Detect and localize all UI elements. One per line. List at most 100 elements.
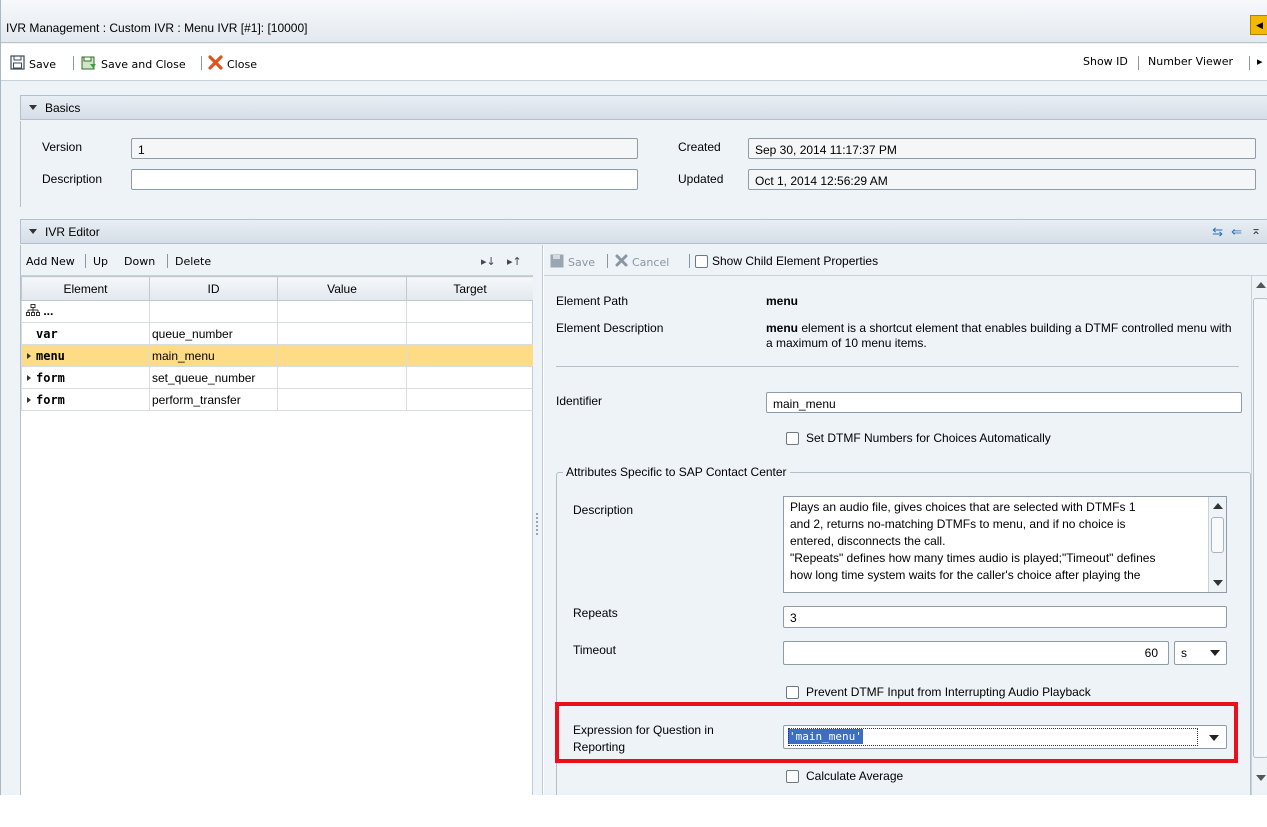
link-icon[interactable]: ⇆	[1212, 224, 1223, 240]
identifier-input[interactable]: main_menu	[766, 392, 1242, 413]
table-row[interactable]: form set_queue_number	[21, 366, 534, 389]
app-window: IVR Management : Custom IVR : Menu IVR […	[0, 0, 1267, 795]
element-label: form	[36, 392, 65, 407]
properties-scrollbar[interactable]	[1251, 276, 1267, 795]
down-button[interactable]: Down	[124, 255, 155, 268]
element-description-label: Element Description	[556, 321, 664, 335]
cancel-x-icon	[615, 254, 628, 270]
timeout-unit-value: s	[1181, 646, 1187, 660]
element-cell: form	[21, 366, 150, 389]
tree-toolbar: Add New Up Down Delete ▸↓ ▸↑	[21, 245, 533, 276]
element-description-text: menu element is a shortcut element that …	[766, 321, 1236, 351]
element-grid: Element ID Value Target ... var queue_nu…	[21, 276, 534, 411]
highlight-annotation	[555, 702, 1238, 763]
up-button[interactable]: Up	[93, 255, 108, 268]
more-actions-icon[interactable]: ▸	[1257, 55, 1263, 68]
close-button[interactable]: Close	[208, 55, 257, 73]
element-path-value: menu	[766, 294, 799, 308]
properties-cancel-button[interactable]: Cancel	[615, 254, 669, 270]
element-label: menu	[36, 348, 65, 363]
show-id-link[interactable]: Show ID	[1083, 55, 1128, 68]
timeout-input[interactable]: 60	[783, 641, 1169, 665]
expand-arrow-icon[interactable]	[27, 353, 31, 359]
delete-button[interactable]: Delete	[175, 255, 211, 268]
repeats-label: Repeats	[573, 606, 618, 620]
description-attr-label: Description	[573, 503, 634, 517]
undock-icon[interactable]: ⇐	[1231, 224, 1242, 240]
column-header-element[interactable]: Element	[21, 276, 150, 301]
updated-field: Oct 1, 2014 12:56:29 AM	[748, 169, 1256, 190]
save-and-close-button[interactable]: Save and Close	[81, 55, 186, 74]
column-header-target[interactable]: Target	[406, 276, 534, 301]
save-button[interactable]: Save	[10, 55, 56, 73]
description-textarea[interactable]: Plays an audio file, gives choices that …	[783, 496, 1227, 593]
target-cell	[406, 322, 534, 345]
number-viewer-link[interactable]: Number Viewer	[1148, 55, 1233, 68]
collapse-triangle-icon	[29, 229, 37, 234]
table-row[interactable]: var queue_number	[21, 322, 534, 345]
chevron-down-icon	[1210, 650, 1220, 656]
description-line: entered, disconnects the call.	[790, 534, 946, 548]
pane-splitter[interactable]	[533, 245, 543, 795]
version-field[interactable]: 1	[131, 138, 638, 159]
expand-arrow-icon[interactable]	[27, 397, 31, 403]
scroll-down-icon[interactable]	[1213, 580, 1223, 586]
save-close-icon	[81, 55, 97, 74]
version-label: Version	[42, 140, 83, 154]
basics-panel-header[interactable]: Basics	[20, 95, 1267, 120]
scroll-up-icon[interactable]	[1256, 282, 1266, 288]
close-label: Close	[227, 57, 257, 71]
table-row[interactable]: form perform_transfer	[21, 388, 534, 411]
expand-all-icon[interactable]: ▸↓	[481, 255, 496, 268]
table-row-selected[interactable]: menu main_menu	[21, 344, 534, 367]
target-cell	[406, 388, 534, 411]
collapse-all-icon[interactable]: ▸↑	[507, 255, 522, 268]
collapse-panel-button[interactable]: ◀	[1250, 15, 1267, 35]
toolbar-separator	[201, 56, 202, 70]
toolbar-separator	[85, 254, 86, 268]
root-label: ...	[43, 303, 54, 318]
title-bar: IVR Management : Custom IVR : Menu IVR […	[1, 0, 1267, 43]
scroll-up-icon[interactable]	[1213, 503, 1223, 509]
value-cell	[277, 366, 407, 389]
set-dtmf-label: Set DTMF Numbers for Choices Automatical…	[806, 431, 1051, 445]
table-row[interactable]: ...	[21, 300, 534, 323]
close-x-icon	[208, 55, 223, 73]
calculate-average-option[interactable]: Calculate Average	[786, 769, 903, 783]
show-child-properties-checkbox[interactable]	[695, 254, 708, 268]
prevent-dtmf-label: Prevent DTMF Input from Interrupting Aud…	[806, 685, 1091, 699]
timeout-unit-select[interactable]: s	[1174, 641, 1227, 665]
created-field: Sep 30, 2014 11:17:37 PM	[748, 138, 1256, 159]
element-path-label: Element Path	[556, 294, 629, 308]
expand-arrow-icon[interactable]	[27, 375, 31, 381]
id-cell	[149, 300, 278, 323]
ivr-editor-panel-header[interactable]: IVR Editor ⇆ ⇐ ⌅	[20, 219, 1267, 244]
root-cell: ...	[21, 300, 150, 323]
splitter-grip-icon	[536, 513, 538, 535]
description-scrollbar[interactable]	[1208, 497, 1226, 592]
properties-save-button[interactable]: Save	[550, 254, 595, 271]
properties-save-label: Save	[568, 256, 596, 269]
add-new-button[interactable]: Add New	[26, 255, 75, 268]
description-line: and 2, returns no-matching DTMFs to menu…	[790, 517, 1126, 531]
collapse-triangle-icon	[29, 105, 37, 110]
element-label: form	[36, 370, 65, 385]
column-header-value[interactable]: Value	[277, 276, 407, 301]
repeats-input[interactable]: 3	[783, 606, 1227, 628]
properties-toolbar: Save Cancel Show Child Element Propertie…	[544, 245, 1267, 276]
element-cell: form	[21, 388, 150, 411]
scroll-thumb[interactable]	[1253, 298, 1267, 758]
element-tree-pane: Add New Up Down Delete ▸↓ ▸↑ Element ID …	[21, 245, 534, 795]
description-field[interactable]	[131, 169, 638, 190]
calculate-average-checkbox[interactable]	[786, 769, 799, 783]
maximize-icon[interactable]: ⌅	[1251, 223, 1261, 237]
prevent-dtmf-option[interactable]: Prevent DTMF Input from Interrupting Aud…	[786, 685, 1091, 699]
prevent-dtmf-checkbox[interactable]	[786, 685, 799, 699]
scroll-thumb[interactable]	[1211, 517, 1224, 553]
scroll-down-icon[interactable]	[1256, 775, 1266, 781]
set-dtmf-checkbox[interactable]	[786, 431, 799, 445]
show-child-properties-toggle[interactable]: Show Child Element Properties	[695, 254, 878, 268]
column-header-id[interactable]: ID	[149, 276, 278, 301]
toolbar-separator	[607, 254, 608, 268]
set-dtmf-option[interactable]: Set DTMF Numbers for Choices Automatical…	[786, 431, 1051, 445]
